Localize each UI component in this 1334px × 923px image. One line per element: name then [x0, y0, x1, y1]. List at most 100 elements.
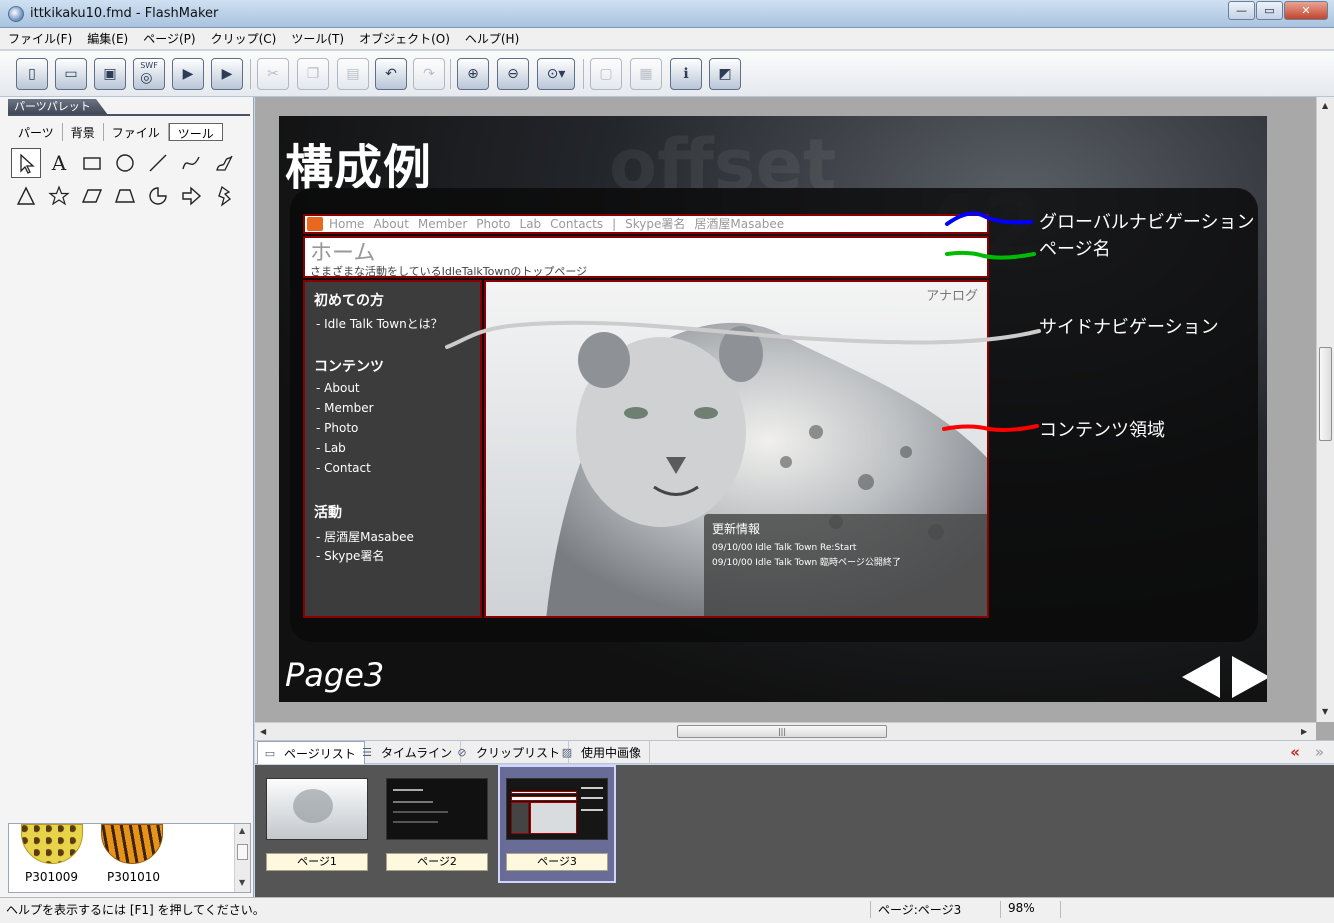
- palette-tab-file[interactable]: ファイル: [104, 123, 169, 141]
- prev-page-arrow-icon[interactable]: [1182, 656, 1220, 698]
- publish-button[interactable]: ◩: [709, 58, 741, 90]
- star-icon[interactable]: [44, 181, 74, 211]
- hscroll-thumb[interactable]: |||: [677, 725, 887, 738]
- export-swf-button[interactable]: SWF ◎: [133, 58, 165, 90]
- swf-text: SWF: [140, 61, 158, 70]
- annotation-page-name[interactable]: ページ名: [1039, 235, 1111, 261]
- page-list-icon: ▭: [264, 746, 276, 760]
- redo-button[interactable]: ↷: [413, 58, 445, 90]
- toolbar-separator: [250, 59, 251, 89]
- menu-page[interactable]: ページ(P): [143, 30, 195, 47]
- text-icon[interactable]: A: [44, 148, 74, 178]
- new-file-button[interactable]: ▯: [16, 58, 48, 90]
- tab-page-list-label: ページリスト: [284, 746, 356, 761]
- page-thumbnail-3[interactable]: [506, 778, 608, 840]
- side-item-about-town: - Idle Talk Townとは？: [316, 317, 443, 331]
- page-label-2[interactable]: ページ2: [386, 853, 488, 871]
- tab-timeline[interactable]: ☰ タイムライン: [355, 741, 462, 764]
- rectangle-icon[interactable]: [77, 148, 107, 178]
- object-frame-button[interactable]: ▢: [590, 58, 622, 90]
- page-thumbnail-2[interactable]: [386, 778, 488, 840]
- tiger-swatch[interactable]: [101, 824, 163, 864]
- triangle-icon[interactable]: [11, 181, 41, 211]
- menu-file[interactable]: ファイル(F): [8, 30, 72, 47]
- film-preview-button[interactable]: ▶: [172, 58, 204, 90]
- swatch-scroll-thumb[interactable]: [237, 844, 248, 860]
- menu-clip[interactable]: クリップ(C): [211, 30, 277, 47]
- editor-vertical-scrollbar[interactable]: ▲ ▼: [1316, 97, 1334, 722]
- curve-icon[interactable]: [176, 148, 206, 178]
- stage[interactable]: offset 42 構成例 HomeAboutMemberPhotoLabCon…: [279, 116, 1267, 702]
- trapezoid-icon[interactable]: [110, 181, 140, 211]
- global-navigation[interactable]: Home About Member Photo Lab Contacts | Skype署名居…: [303, 214, 989, 234]
- palette-tab-parts[interactable]: パーツ: [10, 123, 63, 141]
- zoom-in-button[interactable]: ⊕: [457, 58, 489, 90]
- info-button[interactable]: ℹ: [670, 58, 702, 90]
- leopard-swatch[interactable]: [21, 824, 83, 864]
- copy-button[interactable]: ❐: [297, 58, 329, 90]
- tab-images-in-use[interactable]: ▨ 使用中画像: [555, 741, 651, 764]
- menu-help[interactable]: ヘルプ(H): [465, 30, 519, 47]
- next-page-arrow-icon[interactable]: [1232, 656, 1267, 698]
- expand-panel-icon[interactable]: »: [1315, 743, 1324, 761]
- page-label-1[interactable]: ページ1: [266, 853, 368, 871]
- page-name-area[interactable]: ホーム さまざまな活動をしているIdleTalkTownのトップページ: [303, 236, 989, 278]
- annotation-global-nav[interactable]: グローバルナビゲーション: [1039, 208, 1254, 234]
- zoom-fit-button[interactable]: ⊙▾: [537, 58, 575, 90]
- save-button[interactable]: ▣: [94, 58, 126, 90]
- info-icon: ℹ: [683, 66, 689, 82]
- tab-clip-list[interactable]: ⊘ クリップリスト: [450, 741, 570, 764]
- pointer-icon[interactable]: [11, 148, 41, 178]
- zoom-out-button[interactable]: ⊖: [497, 58, 529, 90]
- annotation-side-nav[interactable]: サイドナビゲーション: [1039, 313, 1219, 339]
- menu-object[interactable]: オブジェクト(O): [359, 30, 450, 47]
- close-button[interactable]: ✕: [1284, 1, 1328, 20]
- hscroll-left-icon[interactable]: ◀: [260, 727, 266, 736]
- page-thumbnail-1[interactable]: [266, 778, 368, 840]
- content-area[interactable]: アナログ 更新情報 09/10/00 Idle Talk Town Re:Sta…: [484, 280, 989, 618]
- arrow-icon[interactable]: [176, 181, 206, 211]
- pie-icon[interactable]: [143, 181, 173, 211]
- annotation-content[interactable]: コンテンツ領域: [1039, 416, 1165, 442]
- film-export-button[interactable]: ▶: [211, 58, 243, 90]
- toolbar: ▯ ▭ ▣ SWF ◎ ▶ ▶ ✂ ❐ ▤ ↶ ↷ ⊕ ⊖ ⊙▾ ▢ ▦ ℹ ◩: [0, 51, 1334, 97]
- collapse-panel-icon[interactable]: «: [1290, 743, 1300, 761]
- side-item-lab: - Lab: [316, 441, 346, 455]
- side-navigation[interactable]: 初めての方 - Idle Talk Townとは？ コンテンツ - About …: [303, 280, 482, 618]
- swatch-label-leopard: P301009: [25, 870, 79, 884]
- tab-page-list[interactable]: ▭ ページリスト: [257, 741, 365, 764]
- analog-label: アナログ: [926, 289, 978, 304]
- freehand-icon[interactable]: [209, 148, 239, 178]
- open-folder-button[interactable]: ▭: [55, 58, 87, 90]
- circle-icon[interactable]: [110, 148, 140, 178]
- editor-horizontal-scrollbar[interactable]: ◀ ||| ▶: [255, 722, 1316, 740]
- palette-header: パーツパレット: [8, 99, 108, 115]
- maximize-button[interactable]: ▭: [1256, 1, 1283, 20]
- line-icon[interactable]: [143, 148, 173, 178]
- undo-button[interactable]: ↶: [375, 58, 407, 90]
- palette-tab-tool[interactable]: ツール: [168, 123, 223, 141]
- paste-icon: ▤: [346, 66, 360, 82]
- side-heading-first: 初めての方: [314, 293, 384, 309]
- swatch-scrollbar[interactable]: ▲ ▼: [234, 824, 250, 892]
- cut-button[interactable]: ✂: [257, 58, 289, 90]
- object-arrange-button[interactable]: ▦: [630, 58, 662, 90]
- menu-edit[interactable]: 編集(E): [87, 30, 128, 47]
- page-label-3[interactable]: ページ3: [506, 853, 608, 871]
- zoom-out-icon: ⊖: [507, 66, 519, 82]
- paste-button[interactable]: ▤: [337, 58, 369, 90]
- vscroll-up-icon[interactable]: ▲: [1322, 101, 1328, 110]
- minimize-button[interactable]: —: [1228, 1, 1255, 20]
- lightning-icon[interactable]: [209, 181, 239, 211]
- scroll-down-icon[interactable]: ▼: [239, 878, 245, 887]
- app-icon[interactable]: [8, 6, 24, 22]
- menu-tool[interactable]: ツール(T): [291, 30, 344, 47]
- hscroll-right-icon[interactable]: ▶: [1301, 727, 1307, 736]
- scroll-up-icon[interactable]: ▲: [239, 826, 245, 835]
- vscroll-down-icon[interactable]: ▼: [1322, 707, 1328, 716]
- parallelogram-icon[interactable]: [77, 181, 107, 211]
- palette-tab-background[interactable]: 背景: [63, 123, 104, 141]
- vscroll-thumb[interactable]: [1319, 347, 1332, 441]
- page-label[interactable]: Page3: [285, 656, 384, 694]
- palette-header-rule: [8, 114, 250, 116]
